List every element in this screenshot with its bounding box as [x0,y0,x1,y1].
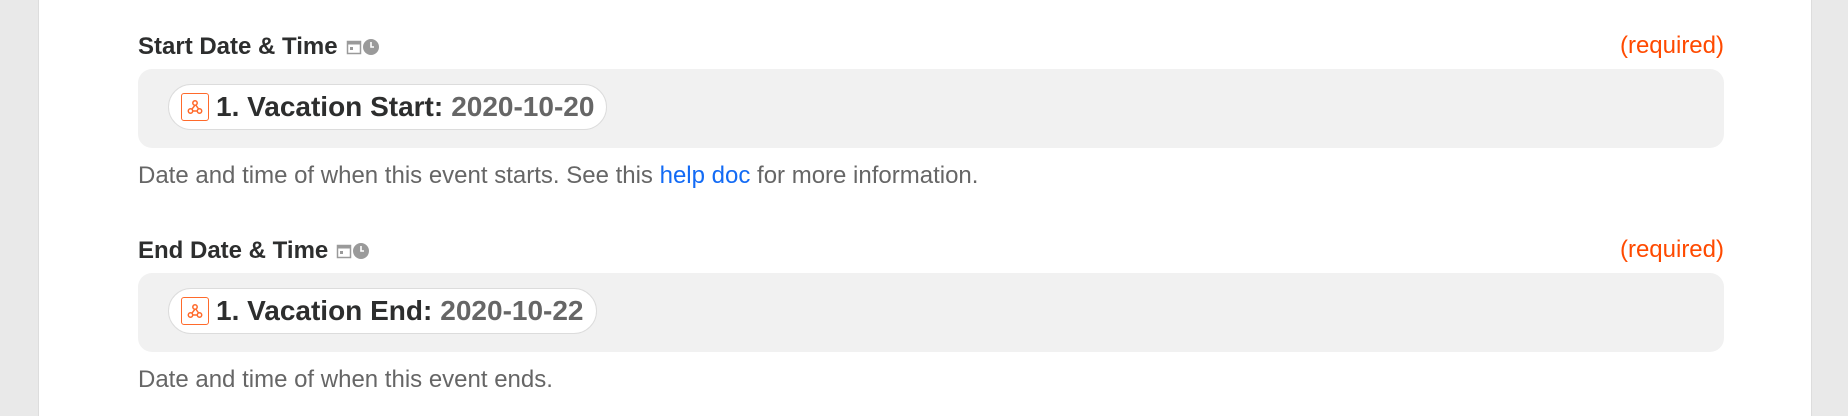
end-date-label-row: End Date & Time (required) [138,232,1724,266]
mapped-field-pill[interactable]: 1. Vacation Start: 2020-10-20 [168,84,608,130]
field-type-icons [346,32,380,60]
start-date-input[interactable]: 1. Vacation Start: 2020-10-20 [138,69,1724,148]
clock-icon [362,38,379,55]
required-indicator: (required) [1619,236,1724,263]
help-text: Date and time of when this event ends. [138,366,553,393]
field-label: End Date & Time [138,236,370,265]
field-type-icons [336,236,370,264]
calendar-icon [346,40,361,54]
field-label: Start Date & Time [138,32,380,61]
end-date-help-text: Date and time of when this event ends. [138,366,553,394]
pill-label: 1. Vacation Start: [216,91,444,122]
webhook-icon [181,297,209,325]
start-date-label-row: Start Date & Time (required) [138,28,1724,62]
form-card: Start Date & Time (required) 1. Vacation… [38,0,1812,416]
start-date-label: Start Date & Time [138,33,338,60]
pill-label: 1. Vacation End: [216,295,433,326]
calendar-icon [337,244,352,258]
required-indicator: (required) [1619,32,1724,59]
end-date-input[interactable]: 1. Vacation End: 2020-10-22 [138,273,1724,352]
help-doc-link[interactable]: help doc [660,162,751,189]
mapped-field-pill[interactable]: 1. Vacation End: 2020-10-22 [168,288,597,334]
clock-icon [353,242,370,259]
webhook-icon [181,93,209,121]
end-date-label: End Date & Time [138,237,329,264]
help-text-before: Date and time of when this event starts.… [138,162,660,189]
start-date-help-text: Date and time of when this event starts.… [138,162,978,190]
help-text-after: for more information. [750,162,979,189]
pill-value: 2020-10-22 [440,295,584,326]
pill-value: 2020-10-20 [451,91,595,122]
